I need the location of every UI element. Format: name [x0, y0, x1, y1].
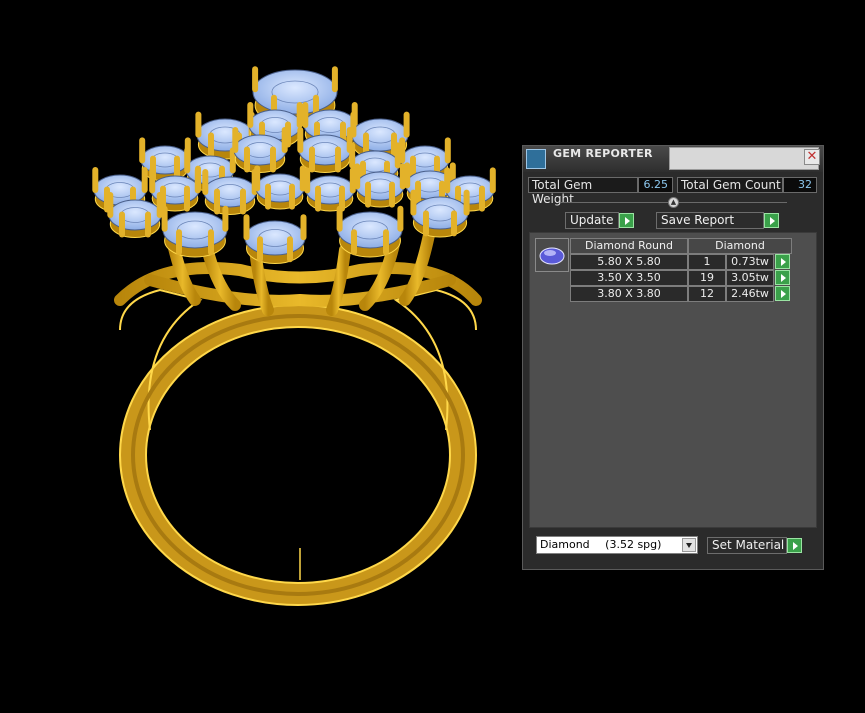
row-select-play-icon[interactable] [775, 286, 790, 301]
total-gem-count-value: 32 [783, 177, 817, 193]
gem-stone [255, 173, 305, 203]
update-label: Update [570, 213, 614, 227]
row-weight: 2.46tw [726, 286, 774, 302]
gem-stone [298, 134, 352, 166]
gem-stone [162, 211, 228, 249]
save-report-play-icon[interactable] [764, 213, 779, 228]
total-gem-weight-label: Total Gem Weight [528, 177, 638, 206]
row-count: 19 [688, 270, 726, 286]
material-density: (3.52 spg) [605, 538, 662, 551]
material-select[interactable]: Diamond (3.52 spg) [536, 536, 698, 554]
gem-reporter-panel: GEM REPORTER ✕ Total Gem Weight 6.25 Tot… [522, 145, 824, 570]
ring-band [119, 288, 477, 606]
set-material-play-icon[interactable] [787, 538, 802, 553]
table-header-material: Diamond [688, 238, 792, 254]
chevron-down-icon[interactable] [682, 538, 696, 552]
set-material-label: Set Material [712, 538, 785, 552]
gem-stone [203, 176, 257, 208]
row-weight: 0.73tw [726, 254, 774, 270]
set-material-button[interactable]: Set Material [707, 537, 787, 554]
gem-cluster [92, 66, 496, 264]
row-size: 3.50 X 3.50 [570, 270, 688, 286]
collapse-arrow-icon[interactable]: ▲ [668, 197, 679, 208]
update-play-icon[interactable] [619, 213, 634, 228]
row-select-play-icon[interactable] [775, 254, 790, 269]
app-icon [526, 149, 546, 169]
gem-stone [140, 145, 190, 175]
row-select-play-icon[interactable] [775, 270, 790, 285]
total-gem-count-label: Total Gem Count [677, 177, 783, 193]
gem-stone [305, 175, 355, 205]
save-report-label: Save Report [661, 213, 735, 227]
material-name: Diamond [540, 538, 590, 551]
gem-stone [355, 171, 405, 201]
gem-stone [233, 134, 287, 166]
row-count: 1 [688, 254, 726, 270]
row-size: 3.80 X 3.80 [570, 286, 688, 302]
gem-stone [337, 211, 403, 249]
row-count: 12 [688, 286, 726, 302]
row-size: 5.80 X 5.80 [570, 254, 688, 270]
title-bar[interactable]: GEM REPORTER ✕ [523, 146, 823, 172]
title-bar-tab [669, 147, 819, 170]
gem-thumbnail-icon[interactable] [535, 238, 569, 272]
row-weight: 3.05tw [726, 270, 774, 286]
close-icon[interactable]: ✕ [804, 149, 820, 165]
save-report-button[interactable]: Save Report [656, 212, 764, 229]
gem-stone [252, 69, 338, 115]
gem-list[interactable]: Diamond Round Diamond 5.80 X 5.80 1 0.73… [529, 232, 817, 528]
gem-stone [411, 196, 469, 230]
panel-title: GEM REPORTER [553, 147, 653, 160]
total-gem-weight-value: 6.25 [638, 177, 673, 193]
gem-stone [244, 220, 306, 256]
gem-stone [108, 199, 162, 231]
table-header-shape: Diamond Round [570, 238, 688, 254]
update-button[interactable]: Update [565, 212, 619, 229]
